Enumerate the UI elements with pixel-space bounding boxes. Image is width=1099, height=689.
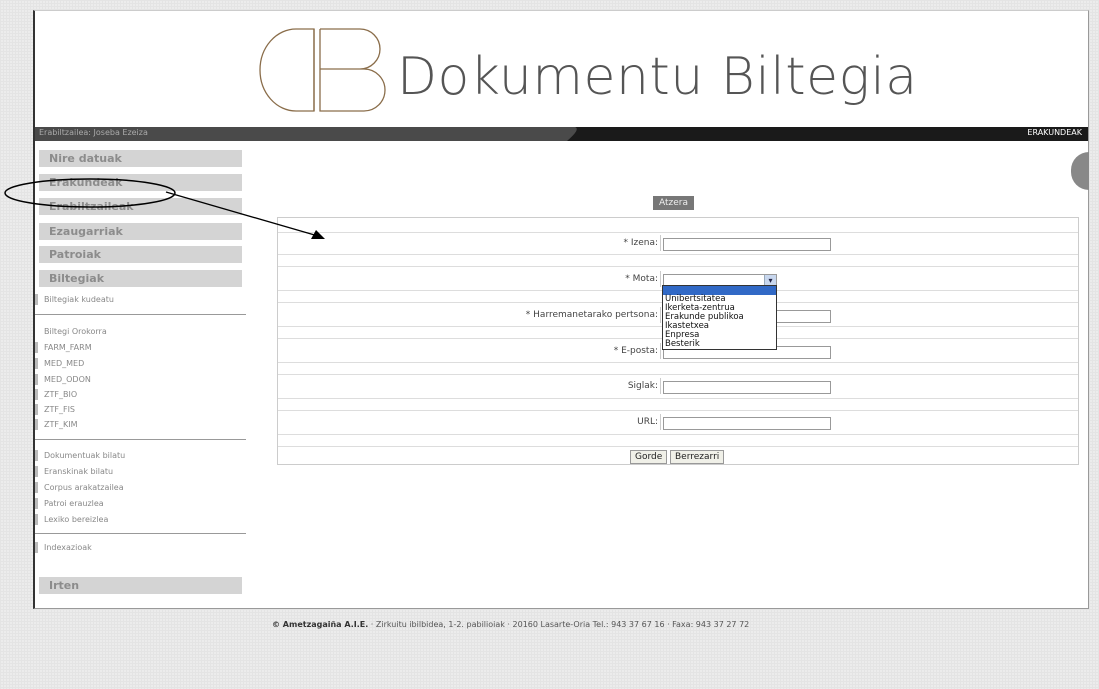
nav-erabiltzaileak[interactable]: Erabiltzaileak [39,198,242,215]
repo-ztf-bio[interactable]: ZTF_BIO [35,389,77,400]
mota-dropdown-list: Unibertsitatea Ikerketa-zentrua Erakunde… [662,285,777,350]
organization-form: * Izena: * Mota: ▾ * Harremanetarako per… [277,217,1079,465]
footer-text: · Zirkuitu ibilbidea, 1-2. pabilioiak · … [368,620,750,629]
tool-corpus-arakatzailea[interactable]: Corpus arakatzailea [35,482,124,493]
nav-biltegiak[interactable]: Biltegiak [39,270,242,287]
column-divider [660,378,661,394]
side-tab [1071,152,1089,190]
label-siglak: Siglak: [627,381,658,391]
nav-ezaugarriak[interactable]: Ezaugarriak [39,223,242,240]
sidebar-divider [35,533,246,534]
repo-farm-farm[interactable]: FARM_FARM [35,342,92,353]
section-link-erakundeak[interactable]: ERAKUNDEAK [1027,128,1082,137]
izena-input[interactable] [663,238,831,251]
row-divider [278,266,1078,267]
row-divider [278,434,1078,435]
row-divider [278,374,1078,375]
nav-erakundeak[interactable]: Erakundeak [39,174,242,191]
row-divider [278,254,1078,255]
mota-option-besterik[interactable]: Besterik [663,340,776,349]
column-divider [660,235,661,251]
repo-biltegi-orokorra[interactable]: Biltegi Orokorra [35,326,107,337]
tool-eranskinak-bilatu[interactable]: Eranskinak bilatu [35,466,113,477]
label-mota: * Mota: [625,274,658,284]
link-indexazioak[interactable]: Indexazioak [35,542,92,553]
page-container: Dokumentu Biltegia Erabiltzailea: Joseba… [33,10,1089,609]
save-button[interactable]: Gorde [630,450,668,464]
footer: © Ametzagaiña A.I.E. · Zirkuitu ibilbide… [272,620,749,629]
top-bar-curve [545,127,595,141]
row-divider [278,398,1078,399]
back-button[interactable]: Atzera [653,196,695,210]
row-divider [278,446,1078,447]
logo: Dokumentu Biltegia [256,27,917,127]
footer-company: © Ametzagaiña A.I.E. [272,620,369,629]
column-divider [660,414,661,430]
row-divider [278,410,1078,411]
url-input[interactable] [663,417,831,430]
siglak-input[interactable] [663,381,831,394]
link-biltegiak-kudeatu[interactable]: Biltegiak kudeatu [35,294,114,305]
sidebar-divider [35,439,246,440]
db-logo-mark [259,28,386,112]
label-izena: * Izena: [623,238,658,248]
row-divider [278,232,1078,233]
repo-ztf-fis[interactable]: ZTF_FIS [35,404,75,415]
top-bar: Erabiltzailea: Joseba Ezeiza ERAKUNDEAK [35,127,1088,141]
tool-dokumentuak-bilatu[interactable]: Dokumentuak bilatu [35,450,125,461]
column-divider [660,307,661,323]
reset-button[interactable]: Berrezarri [670,450,725,464]
logout-button[interactable]: Irten [39,577,242,594]
column-divider [660,343,661,359]
tool-patroi-erauzlea[interactable]: Patroi erauzlea [35,498,104,509]
row-divider [278,362,1078,363]
sidebar-divider [35,314,246,315]
site-title: Dokumentu Biltegia [397,47,918,107]
repo-med-med[interactable]: MED_MED [35,358,84,369]
user-label: Erabiltzailea: Joseba Ezeiza [39,128,148,137]
nav-nire-datuak[interactable]: Nire datuak [39,150,242,167]
column-divider [660,271,661,287]
repo-med-odon[interactable]: MED_ODON [35,374,91,385]
label-harremanetarako-pertsona: * Harremanetarako pertsona: [525,310,658,320]
label-e-posta: * E-posta: [613,346,658,356]
tool-lexiko-bereizlea[interactable]: Lexiko bereizlea [35,514,108,525]
nav-patroiak[interactable]: Patroiak [39,246,242,263]
repo-ztf-kim[interactable]: ZTF_KIM [35,419,77,430]
label-url: URL: [637,417,658,427]
